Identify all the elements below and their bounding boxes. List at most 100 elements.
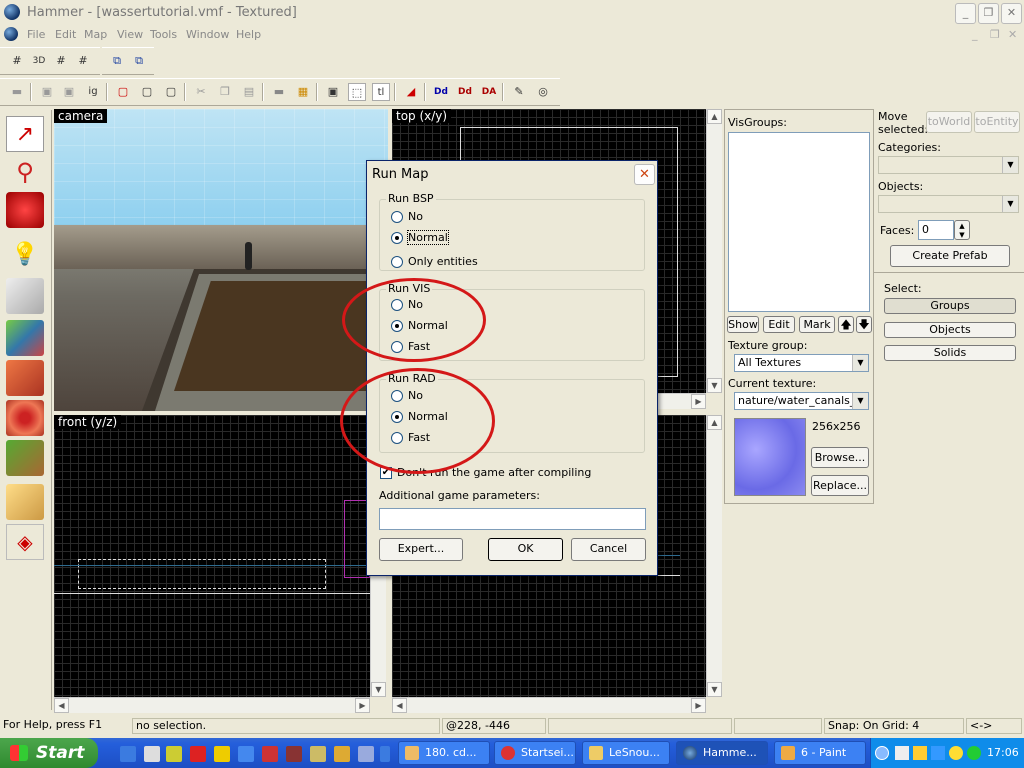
side-hscrollbar[interactable]: ◀ ▶ xyxy=(392,697,706,713)
bsp-normal-radio[interactable] xyxy=(391,232,403,244)
scroll-down-arrow[interactable]: ▼ xyxy=(707,378,722,393)
current-texture-select[interactable]: nature/water_canals_w ▼ xyxy=(734,392,869,410)
menu-map[interactable]: Map xyxy=(84,28,107,41)
icq-icon[interactable] xyxy=(967,746,981,760)
vertex-tool-icon[interactable]: ◈ xyxy=(6,524,44,560)
menu-tools[interactable]: Tools xyxy=(150,28,177,41)
cut-icon[interactable]: ✂ xyxy=(192,83,210,101)
browse-button[interactable]: Browse... xyxy=(811,447,869,468)
side-vscrollbar[interactable]: ▲ ▼ xyxy=(706,415,722,697)
apply-texture-icon[interactable] xyxy=(6,360,44,396)
overlay-tool-icon[interactable] xyxy=(6,440,44,476)
copy-icon[interactable]: ❐ xyxy=(216,83,234,101)
scroll-up-arrow[interactable]: ▲ xyxy=(707,109,722,124)
visgroup-show-button[interactable]: Show xyxy=(727,316,759,333)
clipping-tool-icon[interactable] xyxy=(6,484,44,520)
move-down-icon[interactable]: 🡇 xyxy=(856,316,872,333)
front-hscrollbar[interactable]: ◀ ▶ xyxy=(54,697,370,713)
3d-grid-icon[interactable]: 3D xyxy=(30,52,48,70)
ungroup-icon[interactable]: ▣ xyxy=(60,83,78,101)
quicklaunch-icon[interactable] xyxy=(238,746,254,762)
scroll-up-arrow[interactable]: ▲ xyxy=(707,415,722,430)
camera-viewport[interactable]: camera xyxy=(54,109,388,411)
objects-select[interactable]: ▼ xyxy=(878,195,1019,213)
visgroup-edit-button[interactable]: Edit xyxy=(763,316,795,333)
top-vscrollbar[interactable]: ▲ ▼ xyxy=(706,109,722,393)
task-startseite[interactable]: Startsei... xyxy=(494,741,576,765)
display-models-3d-icon[interactable]: Dd xyxy=(456,83,474,101)
quicklaunch-icon[interactable] xyxy=(262,746,278,762)
quicklaunch-icon[interactable] xyxy=(214,746,230,762)
scroll-right-arrow[interactable]: ▶ xyxy=(691,698,706,713)
larger-grid-icon[interactable]: # xyxy=(74,52,92,70)
menu-help[interactable]: Help xyxy=(236,28,261,41)
tray-expand-icon[interactable] xyxy=(875,746,889,760)
block-tool-icon[interactable] xyxy=(6,278,44,314)
categories-select[interactable]: ▼ xyxy=(878,156,1019,174)
tray-icon[interactable] xyxy=(913,746,927,760)
toggle-helpers-icon[interactable]: ✎ xyxy=(510,83,528,101)
menu-file[interactable]: File xyxy=(27,28,45,41)
menu-view[interactable]: View xyxy=(117,28,143,41)
mdi-close-icon[interactable]: ✕ xyxy=(1008,28,1017,41)
texture-application-icon[interactable] xyxy=(6,320,44,356)
select-groups-button[interactable]: Groups xyxy=(884,298,1016,314)
expert-button[interactable]: Expert... xyxy=(379,538,463,561)
maximize-button[interactable]: ❐ xyxy=(978,3,999,24)
menu-window[interactable]: Window xyxy=(186,28,229,41)
quicklaunch-icon[interactable] xyxy=(166,746,182,762)
texture-group-select[interactable]: All Textures ▼ xyxy=(734,354,869,372)
visgroups-list[interactable] xyxy=(728,132,870,312)
task-cd[interactable]: 180. cd... xyxy=(398,741,490,765)
ie-icon[interactable] xyxy=(120,746,136,762)
move-up-icon[interactable]: 🡅 xyxy=(838,316,854,333)
camera-tool-icon[interactable] xyxy=(6,192,44,228)
task-lesnou[interactable]: LeSnou... xyxy=(582,741,670,765)
scroll-down-arrow[interactable]: ▼ xyxy=(371,682,386,697)
mdi-minimize-icon[interactable]: _ xyxy=(972,28,978,41)
unhide-icon[interactable]: ▢ xyxy=(162,83,180,101)
start-button[interactable]: Start xyxy=(0,738,98,768)
chevron-icon[interactable] xyxy=(380,746,390,762)
toggle-sprites-icon[interactable]: ◎ xyxy=(534,83,552,101)
faces-field[interactable]: 0 xyxy=(918,220,954,240)
hammer-app-icon[interactable] xyxy=(4,4,20,20)
bsp-only-entities-radio[interactable] xyxy=(391,256,403,268)
save-window-state-icon[interactable]: ⧉ xyxy=(130,52,148,70)
entity-tool-icon[interactable]: 💡 xyxy=(6,236,44,272)
quicklaunch-icon[interactable] xyxy=(286,746,302,762)
close-window-button[interactable]: ✕ xyxy=(1001,3,1022,24)
scroll-left-arrow[interactable]: ◀ xyxy=(392,698,407,713)
magnify-tool-icon[interactable]: ⚲ xyxy=(6,154,44,190)
minimize-button[interactable]: _ xyxy=(955,3,976,24)
steam-icon[interactable] xyxy=(190,746,206,762)
flip-icon[interactable]: ◢ xyxy=(402,83,420,101)
messenger-icon[interactable] xyxy=(949,746,963,760)
texture-lock-icon[interactable]: ▦ xyxy=(294,83,312,101)
quicklaunch-icon[interactable] xyxy=(310,746,326,762)
menu-edit[interactable]: Edit xyxy=(55,28,76,41)
animate-models-icon[interactable]: DA xyxy=(480,83,498,101)
bsp-no-radio[interactable] xyxy=(391,211,403,223)
display-models-2d-icon[interactable]: Dd xyxy=(432,83,450,101)
mdi-restore-icon[interactable]: ❐ xyxy=(990,28,1000,41)
quicklaunch-icon[interactable] xyxy=(334,746,350,762)
task-paint[interactable]: 6 - Paint xyxy=(774,741,866,765)
load-window-state-icon[interactable]: ⧉ xyxy=(108,52,126,70)
paste-icon[interactable]: ▤ xyxy=(240,83,258,101)
faces-spinner[interactable]: ▲ ▼ xyxy=(954,220,970,240)
to-entity-button[interactable]: toEntity xyxy=(974,111,1020,133)
params-input[interactable] xyxy=(379,508,646,530)
select-by-handles-icon[interactable]: ⬚ xyxy=(348,83,366,101)
cancel-button[interactable]: Cancel xyxy=(571,538,646,561)
carve-icon[interactable]: ▬ xyxy=(270,83,288,101)
selection-tool-icon[interactable]: ↗ xyxy=(6,116,44,152)
toggle-grid-icon[interactable]: # xyxy=(8,52,26,70)
create-prefab-button[interactable]: Create Prefab xyxy=(890,245,1010,267)
decal-tool-icon[interactable] xyxy=(6,400,44,436)
dialog-close-button[interactable]: ✕ xyxy=(634,164,655,185)
texture-lock-toggle-icon[interactable]: tl xyxy=(372,83,390,101)
scroll-right-arrow[interactable]: ▶ xyxy=(691,394,706,409)
ignore-groups-icon[interactable]: ig xyxy=(84,83,102,101)
select-solids-button[interactable]: Solids xyxy=(884,345,1016,361)
